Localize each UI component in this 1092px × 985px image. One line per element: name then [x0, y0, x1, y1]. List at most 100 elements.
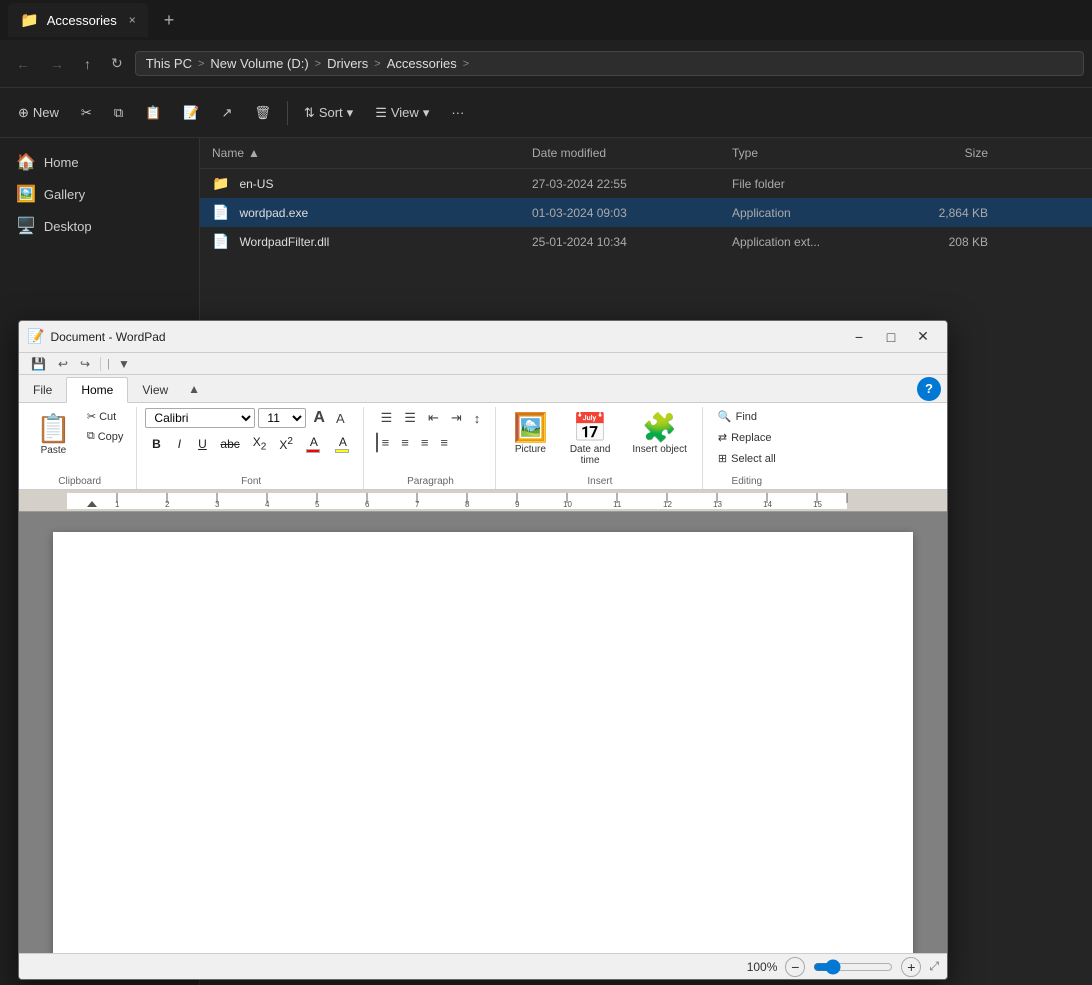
font-name-select[interactable]: Calibri	[145, 408, 255, 428]
qat-save-btn[interactable]: 💾	[27, 355, 50, 373]
col-header-name[interactable]: Name ▲	[200, 142, 520, 164]
zoom-out-btn[interactable]: −	[785, 957, 805, 977]
delete-icon: 🗑	[254, 105, 271, 121]
up-btn[interactable]: ↑	[76, 50, 99, 78]
datetime-btn[interactable]: 📅 Date andtime	[561, 407, 620, 470]
forward-btn[interactable]: →	[42, 50, 72, 78]
underline-btn[interactable]: U	[191, 432, 213, 456]
clipboard-group-label: Clipboard	[29, 474, 130, 489]
breadcrumb-item[interactable]: New Volume (D:)	[210, 56, 308, 71]
align-left-btn[interactable]: ≡	[376, 432, 395, 453]
italic-btn[interactable]: I	[168, 432, 190, 456]
align-right-btn[interactable]: ≡	[416, 432, 434, 453]
breadcrumb-item[interactable]: Drivers	[327, 56, 368, 71]
strikethrough-btn[interactable]: abc	[214, 432, 245, 456]
font-color-btn[interactable]: A	[300, 432, 328, 456]
explorer-tab-active[interactable]: 📁 Accessories ×	[8, 3, 148, 37]
ruler-inner: 1 2 3 4 5 6 7 8 9 10 11	[27, 493, 939, 509]
close-btn[interactable]: ✕	[907, 323, 939, 351]
sort-icon: ⇅	[304, 105, 315, 121]
cut-btn[interactable]: ✂	[71, 99, 102, 127]
cut-btn[interactable]: ✂ Cut	[80, 407, 131, 426]
sidebar-item-gallery[interactable]: 🖼️ Gallery	[0, 178, 199, 210]
replace-btn[interactable]: ⇄ Replace	[711, 428, 783, 447]
highlight-icon: A	[335, 435, 351, 453]
refresh-btn[interactable]: ↻	[103, 49, 131, 78]
line-spacing-btn[interactable]: ↕	[469, 408, 486, 429]
justify-btn[interactable]: ≡	[435, 432, 453, 453]
rename-btn[interactable]: 📝	[173, 99, 209, 127]
qat-separator	[100, 357, 101, 371]
copy-btn[interactable]: ⧉ Copy	[80, 427, 131, 446]
delete-btn[interactable]: 🗑	[244, 99, 281, 127]
list-number-btn[interactable]: ☰	[399, 407, 421, 429]
font-size-select[interactable]: 11	[258, 408, 306, 428]
decrease-indent-btn[interactable]: ⇤	[423, 407, 444, 429]
col-header-type[interactable]: Type	[720, 142, 900, 164]
toolbar-separator	[287, 101, 288, 125]
more-btn[interactable]: ···	[441, 99, 474, 126]
sort-btn[interactable]: ⇅ Sort ▾	[294, 99, 363, 127]
tab-home[interactable]: Home	[66, 377, 128, 403]
qat-customize-btn[interactable]: ▼	[114, 355, 134, 373]
share-btn[interactable]: ↗	[212, 99, 243, 127]
qat-undo-btn[interactable]: ↩	[54, 355, 72, 373]
paste-icon: 📋	[36, 412, 71, 445]
document-area[interactable]	[19, 512, 947, 953]
zoom-slider[interactable]	[813, 959, 893, 975]
zoom-in-btn[interactable]: +	[901, 957, 921, 977]
document-page[interactable]	[53, 532, 913, 953]
file-list-header: Name ▲ Date modified Type Size	[200, 138, 1092, 169]
svg-text:9: 9	[515, 500, 520, 509]
file-name: wordpad.exe	[239, 206, 308, 220]
sidebar-item-desktop[interactable]: 🖥️ Desktop	[0, 210, 199, 242]
breadcrumb[interactable]: This PC > New Volume (D:) > Drivers > Ac…	[135, 51, 1084, 76]
tab-bar: 📁 Accessories × +	[0, 0, 1092, 40]
tab-close-btn[interactable]: ×	[129, 13, 136, 27]
qat-divider: |	[107, 358, 110, 370]
svg-text:13: 13	[713, 500, 722, 509]
paste-icon: 📋	[145, 105, 161, 121]
file-row-wordpad[interactable]: 📄 wordpad.exe 01-03-2024 09:03 Applicati…	[200, 198, 1092, 227]
back-btn[interactable]: ←	[8, 50, 38, 78]
subscript-btn[interactable]: X2	[247, 432, 273, 456]
tab-add-btn[interactable]: +	[156, 6, 183, 35]
highlight-btn[interactable]: A	[329, 432, 357, 456]
superscript-btn[interactable]: X2	[273, 432, 299, 456]
paste-label: Paste	[41, 445, 67, 456]
maximize-btn[interactable]: □	[875, 323, 907, 351]
font-grow-btn[interactable]: A	[309, 407, 329, 429]
tab-file[interactable]: File	[19, 378, 66, 402]
breadcrumb-item[interactable]: This PC	[146, 56, 192, 71]
font-shrink-btn[interactable]: A	[332, 409, 349, 428]
insert-object-btn[interactable]: 🧩 Insert object	[623, 407, 695, 459]
find-btn[interactable]: 🔍 Find	[711, 407, 783, 426]
file-row-en-us[interactable]: 📁 en-US 27-03-2024 22:55 File folder	[200, 169, 1092, 198]
paste-btn[interactable]: 📋 Paste	[29, 407, 78, 461]
list-bullet-btn[interactable]: ☰	[376, 407, 398, 429]
select-all-btn[interactable]: ⊞ Select all	[711, 449, 783, 468]
paste-btn[interactable]: 📋	[135, 99, 171, 127]
para-row1: ☰ ☰ ⇤ ⇥ ↕	[376, 407, 486, 429]
folder-icon: 📁	[212, 175, 229, 192]
ribbon-hide-btn[interactable]: ▲	[182, 380, 206, 398]
breadcrumb-item[interactable]: Accessories	[387, 56, 457, 71]
help-btn[interactable]: ?	[917, 377, 941, 401]
file-row-wordpadfilter[interactable]: 📄 WordpadFilter.dll 25-01-2024 10:34 App…	[200, 227, 1092, 256]
new-btn[interactable]: ⊕ New	[8, 99, 69, 127]
sidebar-item-home[interactable]: 🏠 Home	[0, 146, 199, 178]
bold-btn[interactable]: B	[145, 432, 167, 456]
copy-btn[interactable]: ⧉	[104, 99, 133, 127]
minimize-btn[interactable]: −	[843, 323, 875, 351]
view-btn[interactable]: ☰ View ▾	[365, 99, 439, 127]
gallery-icon: 🖼️	[16, 184, 36, 204]
tab-view[interactable]: View	[128, 378, 182, 402]
align-center-btn[interactable]: ≡	[396, 432, 414, 453]
nav-bar: ← → ↑ ↻ This PC > New Volume (D:) > Driv…	[0, 40, 1092, 88]
increase-indent-btn[interactable]: ⇥	[446, 407, 467, 429]
copy-icon: ⧉	[114, 105, 123, 121]
qat-redo-btn[interactable]: ↪	[76, 355, 94, 373]
col-header-size[interactable]: Size	[900, 142, 1000, 164]
col-header-date[interactable]: Date modified	[520, 142, 720, 164]
picture-btn[interactable]: 🖼️ Picture	[504, 407, 557, 459]
